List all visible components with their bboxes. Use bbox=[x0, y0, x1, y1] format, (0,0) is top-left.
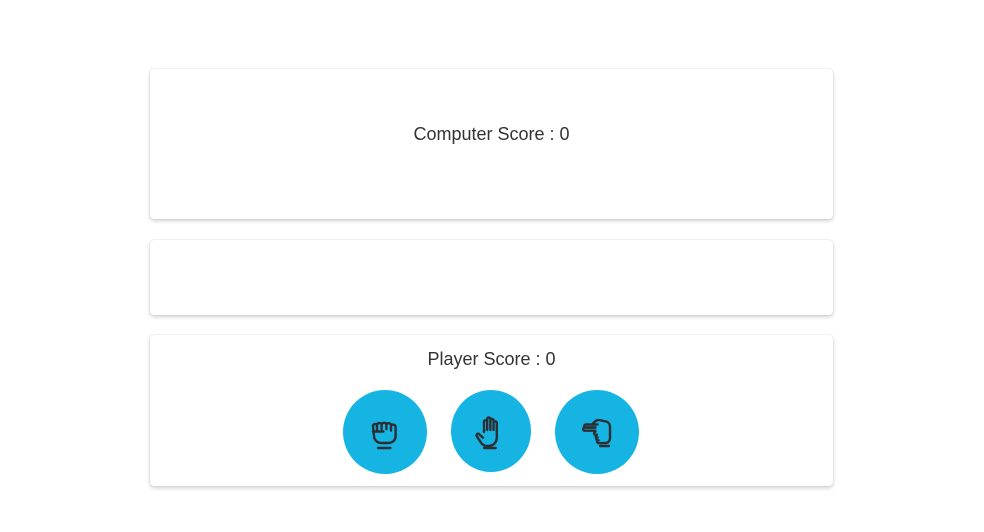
choice-buttons bbox=[150, 390, 833, 474]
hand-paper-icon bbox=[475, 416, 498, 450]
player-score-card: Player Score : 0 bbox=[150, 335, 833, 486]
hand-rock-icon bbox=[371, 421, 397, 450]
paper-button[interactable] bbox=[451, 390, 531, 472]
rock-button[interactable] bbox=[343, 390, 427, 474]
result-card bbox=[150, 240, 833, 315]
scissors-button[interactable] bbox=[555, 390, 639, 474]
hand-scissors-icon bbox=[581, 418, 612, 448]
computer-score-card: Computer Score : 0 bbox=[150, 69, 833, 219]
computer-score-label: Computer Score : 0 bbox=[413, 124, 570, 144]
player-score-label: Player Score : 0 bbox=[427, 349, 556, 369]
